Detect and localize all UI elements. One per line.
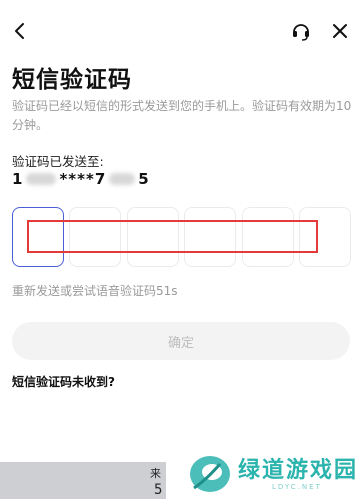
masked-phone-number: 1 ****7 5 [12,170,150,188]
watermark-subtext: LDYC.NET [272,483,322,491]
top-bar [0,0,364,60]
redaction-blur [109,173,136,185]
phone-prefix: 1 [12,170,24,188]
watermark: 绿道游戏园 LDYC.NET [186,448,364,499]
keyboard-area [0,462,166,499]
headset-icon [293,24,309,41]
close-icon [333,24,347,38]
close-button[interactable] [329,20,351,42]
highlight-rectangle [27,220,318,253]
customer-support-button[interactable] [290,20,312,42]
keyboard-char[interactable]: 来 [150,465,161,481]
chevron-left-icon [15,23,24,39]
phone-mask: ****7 [59,170,107,188]
phone-suffix: 5 [138,170,150,188]
back-button[interactable] [10,18,32,44]
keyboard-key[interactable]: 5 [154,482,162,498]
confirm-button[interactable]: 确定 [12,322,350,360]
page-title: 短信验证码 [12,67,132,93]
resend-countdown-link[interactable]: 重新发送或尝试语音验证码51s [12,282,178,299]
description-text: 验证码已经以短信的形式发送到您的手机上。验证码有效期为10分钟。 [12,99,352,132]
redaction-blur [26,173,57,185]
watermark-text: 绿道游戏园 [238,458,359,483]
leaf-logo-icon [190,456,230,492]
sent-to-label: 验证码已发送至: [12,154,104,169]
code-not-received-link[interactable]: 短信验证码未收到? [12,373,115,390]
